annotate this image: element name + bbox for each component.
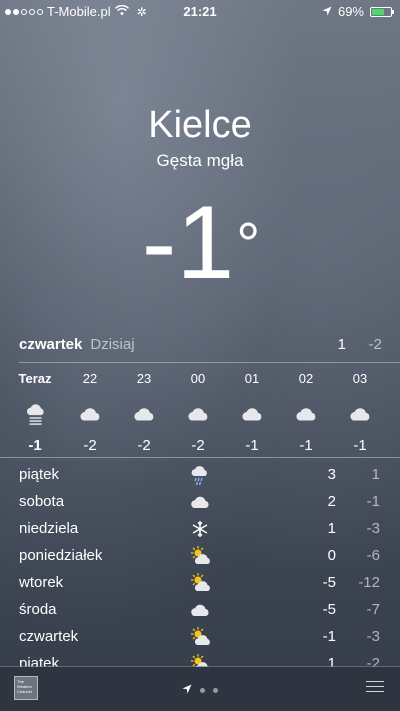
daily-row: sobota 2 -1: [0, 491, 400, 518]
hourly-forecast[interactable]: Teraz -1 22 -2 23 -2 00 -2 01 -1 02 -1 03 -1: [0, 371, 400, 454]
day-name: czwartek: [19, 628, 79, 645]
city-name: Kielce: [148, 104, 252, 146]
day-high: -5: [322, 601, 336, 618]
day-low: -1: [366, 493, 380, 510]
day-high: 1: [327, 520, 336, 537]
location-arrow-icon: [182, 681, 192, 699]
hour-temp: -2: [191, 437, 205, 454]
cloud-icon: [65, 397, 115, 431]
daily-row: piątek 3 1: [0, 464, 400, 491]
hour-time: 23: [136, 371, 152, 386]
hour-time: 01: [244, 371, 260, 386]
battery-icon: [370, 6, 394, 17]
day-low: -3: [366, 520, 380, 537]
day-low: 1: [371, 466, 380, 483]
today-low: -2: [368, 336, 382, 353]
hour-time: Teraz: [18, 371, 52, 386]
day-high: 0: [327, 547, 336, 564]
hour-temp: -1: [353, 437, 367, 454]
bottom-toolbar: The Weather Channel: [0, 666, 400, 711]
hour-item: 03 -1: [335, 371, 385, 454]
location-arrow-icon: [322, 4, 332, 19]
hour-item: 02 -1: [281, 371, 331, 454]
hour-item: 22 -2: [65, 371, 115, 454]
hour-item: 01 -1: [227, 371, 277, 454]
day-high: 2: [327, 493, 336, 510]
day-high: -1: [322, 628, 336, 645]
today-label: Dzisiaj: [90, 336, 135, 353]
day-high: -5: [322, 574, 336, 591]
hour-time: 03: [352, 371, 368, 386]
divider: [0, 457, 400, 458]
day-name: środa: [19, 601, 57, 618]
hour-time: 22: [82, 371, 98, 386]
degree-symbol: °: [236, 211, 261, 278]
day-name: piątek: [19, 466, 60, 483]
hour-temp: -2: [83, 437, 97, 454]
hour-item: Teraz -1: [10, 371, 60, 454]
daily-row: niedziela 1 -3: [0, 518, 400, 545]
today-day: czwartek: [19, 336, 83, 353]
today-summary: czwartek Dzisiaj 1 -2: [19, 336, 382, 360]
cloud-icon: [119, 397, 169, 431]
day-name: wtorek: [19, 574, 64, 591]
hour-temp: -1: [245, 437, 259, 454]
hour-temp: -1: [28, 437, 42, 454]
current-temp-value: -1: [141, 185, 235, 301]
hour-time: 00: [190, 371, 206, 386]
snowflake-icon: [188, 519, 212, 539]
today-high: 1: [337, 336, 346, 353]
daily-row: wtorek -5 -12: [0, 572, 400, 599]
day-low: -6: [366, 547, 380, 564]
divider: [19, 362, 400, 363]
day-name: sobota: [19, 493, 65, 510]
cloud-icon: [227, 397, 277, 431]
day-high: 3: [327, 466, 336, 483]
cloud-icon: [281, 397, 331, 431]
daily-row: środa -5 -7: [0, 599, 400, 626]
current-temperature: -1°: [0, 188, 400, 298]
partly-sunny-icon: [188, 573, 212, 593]
daily-row: czwartek -1 -3: [0, 626, 400, 653]
list-icon[interactable]: [366, 681, 384, 696]
cloud-icon: [188, 600, 212, 620]
day-low: -12: [358, 574, 380, 591]
status-bar: T-Mobile.pl ✲ 21:21 69%: [0, 0, 400, 22]
hour-item: 23 -2: [119, 371, 169, 454]
daily-forecast[interactable]: piątek 3 1 sobota 2 -1 niedziela 1 -3 poniedziałe…: [0, 464, 400, 667]
day-name: poniedziałek: [19, 547, 103, 564]
cloud-icon: [335, 397, 385, 431]
status-right: 69%: [322, 4, 394, 19]
day-name: niedziela: [19, 520, 79, 537]
hour-temp: -1: [299, 437, 313, 454]
hour-time: 02: [298, 371, 314, 386]
rain-cloud-icon: [188, 465, 212, 486]
page-dot: [200, 687, 205, 693]
battery-percent: 69%: [337, 4, 364, 19]
day-low: -3: [366, 628, 380, 645]
cloud-icon: [173, 397, 223, 431]
partly-sunny-icon: [188, 546, 212, 566]
daily-row: poniedziałek 0 -6: [0, 545, 400, 572]
page-dot: [213, 687, 218, 693]
cloud-icon: [188, 492, 212, 512]
current-condition: Gęsta mgła: [156, 151, 244, 170]
fog-icon: [10, 397, 60, 431]
page-indicator[interactable]: [0, 681, 400, 699]
day-low: -7: [366, 601, 380, 618]
partly-sunny-icon: [188, 627, 212, 647]
hour-item: 00 -2: [173, 371, 223, 454]
daily-row: piątek 1 -2: [0, 653, 400, 667]
hour-temp: -2: [137, 437, 151, 454]
